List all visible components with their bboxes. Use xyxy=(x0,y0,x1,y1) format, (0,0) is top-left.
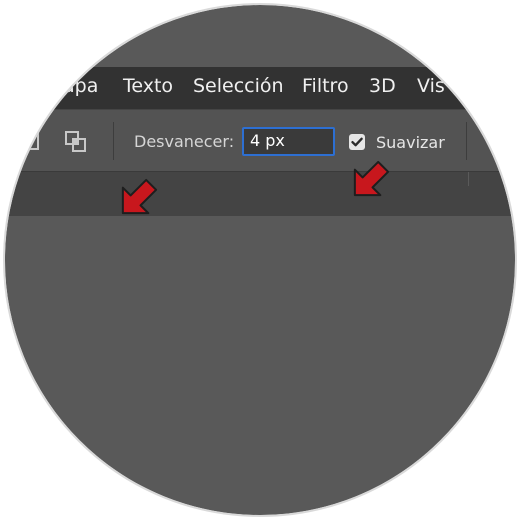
feather-input[interactable]: 4 px xyxy=(242,127,335,156)
red-pointer-arrow-icon xyxy=(121,178,158,215)
checkmark-icon xyxy=(351,137,363,147)
options-bar: Desvanecer: 4 px Suavizar xyxy=(5,109,515,172)
magnified-view: apa Texto Selección Filtro 3D Vis Desvan… xyxy=(5,5,515,515)
tab-divider xyxy=(468,172,469,186)
menu-item-filtro[interactable]: Filtro xyxy=(302,75,349,97)
menu-item-3d[interactable]: 3D xyxy=(369,75,396,97)
menu-item-seleccion[interactable]: Selección xyxy=(193,75,284,97)
toolbar-divider xyxy=(466,122,467,160)
intersect-selection-icon[interactable] xyxy=(63,129,89,155)
selection-mode-icon[interactable] xyxy=(23,130,39,150)
menu-item-texto[interactable]: Texto xyxy=(123,75,173,97)
toolbar-divider xyxy=(113,122,114,160)
red-pointer-arrow-icon xyxy=(353,160,390,197)
document-tab-bar xyxy=(5,171,515,217)
menu-item-vista[interactable]: Vis xyxy=(417,75,445,97)
menu-item-capa[interactable]: apa xyxy=(63,75,98,97)
antialias-checkbox[interactable] xyxy=(349,134,365,150)
canvas-workspace[interactable] xyxy=(5,216,515,515)
antialias-label[interactable]: Suavizar xyxy=(376,133,445,152)
feather-label: Desvanecer: xyxy=(134,132,235,151)
menu-bar: apa Texto Selección Filtro 3D Vis xyxy=(5,67,515,109)
